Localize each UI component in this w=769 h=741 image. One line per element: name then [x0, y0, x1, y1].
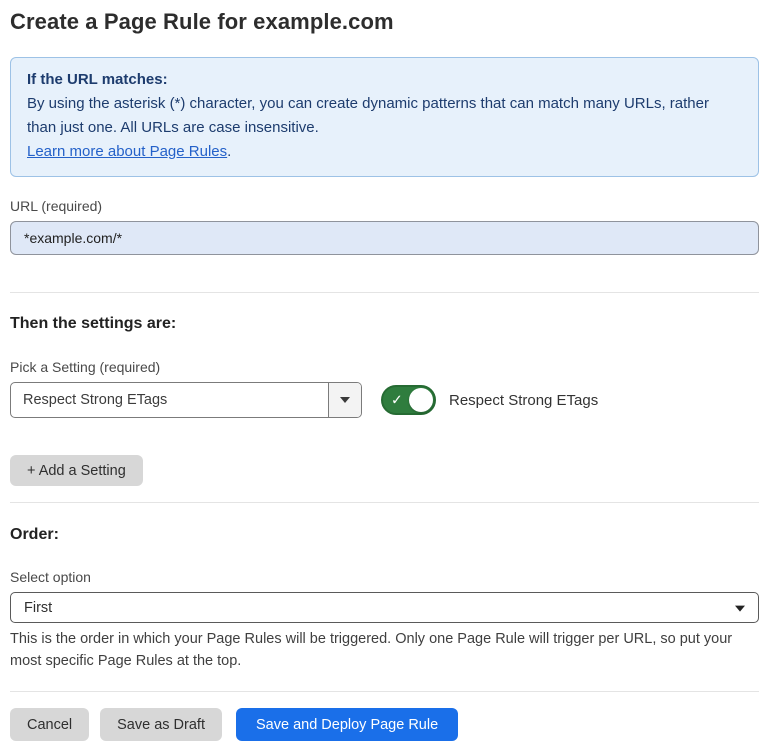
pick-setting-label: Pick a Setting (required) [10, 359, 759, 375]
learn-more-link[interactable]: Learn more about Page Rules [27, 143, 227, 160]
check-icon: ✓ [391, 393, 403, 407]
setting-select-arrow-button[interactable] [328, 383, 361, 417]
page-title: Create a Page Rule for example.com [10, 8, 759, 36]
toggle-knob [409, 388, 433, 412]
section-divider [10, 502, 759, 503]
link-suffix: . [227, 143, 231, 160]
order-select[interactable]: First [10, 592, 759, 623]
chevron-down-icon [735, 605, 745, 611]
info-box-link-line: Learn more about Page Rules. [27, 140, 742, 164]
info-box-heading: If the URL matches: [27, 68, 742, 92]
save-draft-button[interactable]: Save as Draft [100, 708, 222, 741]
url-input[interactable] [10, 221, 759, 255]
url-field-label: URL (required) [10, 198, 759, 214]
order-help-text: This is the order in which your Page Rul… [10, 629, 759, 672]
order-select-label: Select option [10, 569, 759, 585]
create-page-rule-form: Create a Page Rule for example.com If th… [0, 0, 769, 741]
url-match-info-box: If the URL matches: By using the asteris… [10, 57, 759, 177]
setting-select[interactable]: Respect Strong ETags [10, 382, 362, 418]
footer-divider [10, 691, 759, 692]
etag-toggle-wrap: ✓ Respect Strong ETags [381, 385, 598, 415]
save-deploy-button[interactable]: Save and Deploy Page Rule [236, 708, 458, 741]
setting-row: Respect Strong ETags ✓ Respect Strong ET… [10, 382, 759, 418]
chevron-down-icon [340, 397, 350, 403]
settings-section-heading: Then the settings are: [10, 314, 759, 334]
info-box-body: By using the asterisk (*) character, you… [27, 92, 742, 140]
order-section-heading: Order: [10, 525, 759, 545]
etag-toggle[interactable]: ✓ [381, 385, 436, 415]
section-divider [10, 292, 759, 293]
order-select-value: First [24, 600, 52, 616]
footer-actions: Cancel Save as Draft Save and Deploy Pag… [10, 708, 759, 741]
etag-toggle-label: Respect Strong ETags [449, 392, 598, 409]
setting-select-value: Respect Strong ETags [11, 383, 328, 417]
cancel-button[interactable]: Cancel [10, 708, 89, 741]
add-setting-button[interactable]: + Add a Setting [10, 455, 143, 486]
